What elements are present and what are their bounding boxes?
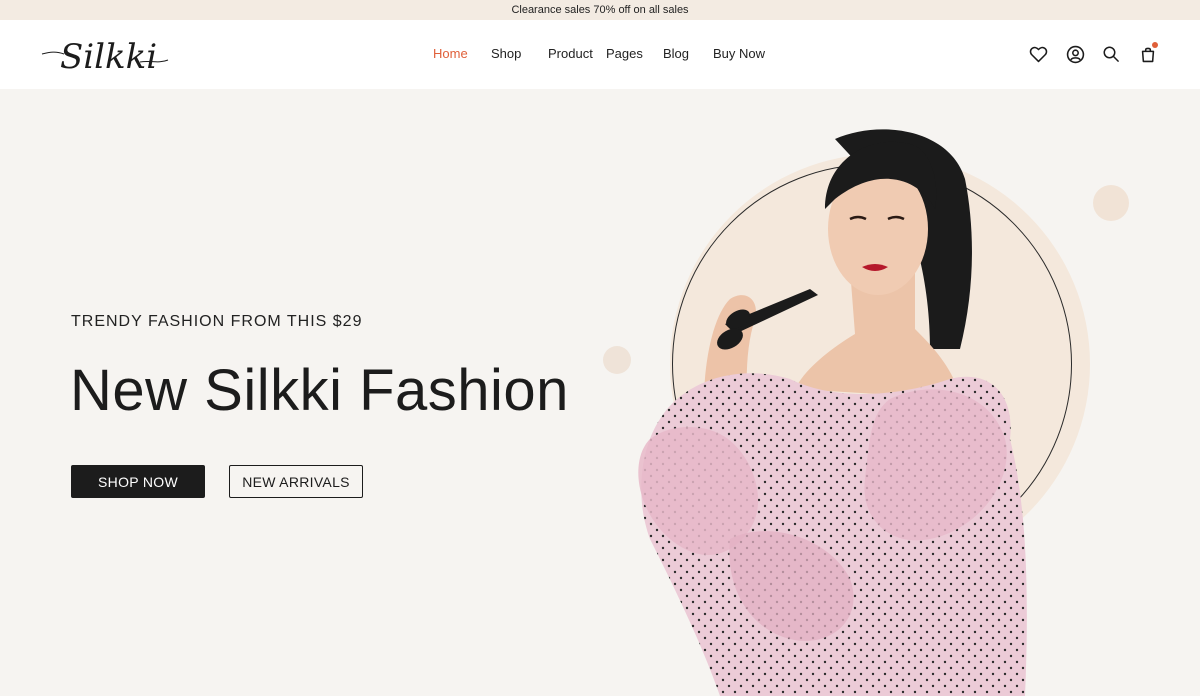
nav-home[interactable]: Home [433, 46, 468, 61]
announcement-text: Clearance sales 70% off on all sales [511, 4, 689, 16]
cart-icon[interactable] [1138, 42, 1158, 64]
site-header: Silkki Home Shop Product Pages Blog Buy … [0, 20, 1200, 89]
nav-shop[interactable]: Shop [491, 46, 521, 61]
shop-now-button[interactable]: SHOP NOW [71, 465, 205, 498]
new-arrivals-button[interactable]: NEW ARRIVALS [229, 465, 363, 498]
hero-model-image [638, 129, 1027, 696]
logo-text: Silkki [60, 37, 157, 77]
hero-subtitle: TRENDY FASHION FROM THIS $29 [71, 313, 363, 330]
nav-pages[interactable]: Pages [606, 46, 643, 61]
decor-dot [1093, 185, 1129, 221]
hero-title: New Silkki Fashion [70, 358, 569, 423]
nav-blog[interactable]: Blog [663, 46, 689, 61]
nav-product[interactable]: Product [548, 46, 593, 61]
heart-icon[interactable] [1028, 44, 1048, 64]
user-icon[interactable] [1065, 44, 1085, 64]
brand-logo[interactable]: Silkki [40, 32, 170, 78]
announcement-bar: Clearance sales 70% off on all sales [0, 0, 1200, 20]
search-icon[interactable] [1101, 44, 1121, 64]
decor-dot [603, 346, 631, 374]
cart-badge [1152, 42, 1158, 48]
hero-section: TRENDY FASHION FROM THIS $29 New Silkki … [0, 89, 1200, 696]
nav-buy-now[interactable]: Buy Now [713, 46, 765, 61]
